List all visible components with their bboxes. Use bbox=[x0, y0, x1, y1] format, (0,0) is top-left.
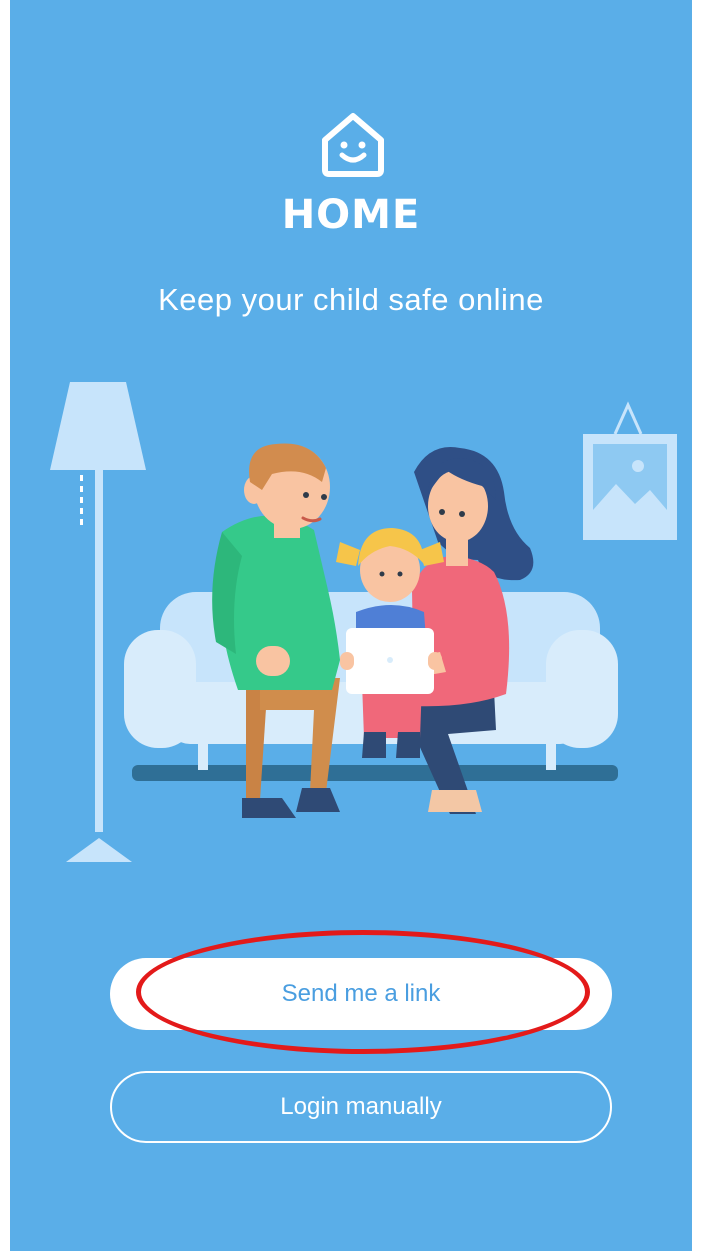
welcome-screen: HOME Keep your child safe online Send me… bbox=[10, 0, 692, 1251]
wall-picture bbox=[583, 401, 677, 540]
floor-lamp bbox=[50, 382, 146, 862]
send-link-button[interactable]: Send me a link bbox=[110, 958, 612, 1030]
house-smile-icon bbox=[322, 113, 384, 177]
family-on-couch-illustration bbox=[50, 382, 677, 862]
brand-name: HOME bbox=[281, 192, 421, 238]
login-manually-button[interactable]: Login manually bbox=[110, 1071, 612, 1143]
tagline: Keep your child safe online bbox=[158, 282, 544, 317]
man-figure bbox=[212, 443, 340, 818]
